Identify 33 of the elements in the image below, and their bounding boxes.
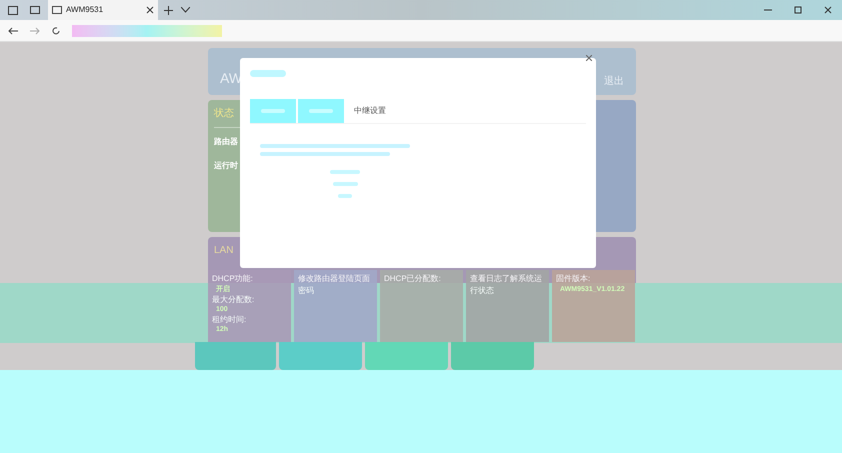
- tabs-icon[interactable]: [8, 6, 18, 14]
- tab-label[interactable]: 中继设置: [354, 105, 386, 117]
- tile-label: 固件版本:: [556, 273, 592, 285]
- status-label: 路由器: [214, 136, 239, 148]
- page-icon: [52, 6, 62, 14]
- lan-label: 租约时间:: [212, 315, 248, 325]
- blurred-title: [250, 70, 286, 77]
- tile[interactable]: 修改路由器登陆页面密码: [294, 270, 377, 342]
- lan-label: 最大分配数:: [212, 295, 256, 305]
- close-icon[interactable]: [824, 6, 832, 14]
- status-label: 运行时: [214, 160, 239, 172]
- plus-icon[interactable]: [164, 6, 173, 14]
- tile[interactable]: 查看日志了解系统运行状态: [466, 270, 549, 342]
- blurred-text-line: [330, 170, 360, 174]
- address-field[interactable]: [72, 24, 222, 36]
- header-link[interactable]: 退出: [604, 74, 624, 89]
- blurred-text-line: [332, 182, 358, 186]
- blurred-text-line: [338, 194, 352, 198]
- tab-actions-icon[interactable]: [30, 6, 40, 14]
- back-arrow-icon[interactable]: [8, 26, 18, 34]
- tab-title: AWM9531: [66, 4, 104, 16]
- chevron-down-icon[interactable]: [181, 7, 190, 13]
- card-title: LAN: [214, 244, 234, 258]
- close-icon[interactable]: [146, 6, 154, 14]
- tile-label: DHCP已分配数:: [384, 273, 442, 285]
- tile-label: 修改路由器登陆页面密码: [298, 273, 371, 297]
- tile[interactable]: DHCP已分配数:: [380, 270, 463, 342]
- tile-label: DHCP功能:: [212, 273, 254, 285]
- refresh-icon[interactable]: [52, 26, 60, 34]
- tile-label: 查看日志了解系统运行状态: [470, 273, 543, 297]
- close-icon[interactable]: [586, 55, 592, 61]
- browser-tab[interactable]: AWM9531: [48, 0, 158, 20]
- restore-icon[interactable]: [794, 6, 802, 14]
